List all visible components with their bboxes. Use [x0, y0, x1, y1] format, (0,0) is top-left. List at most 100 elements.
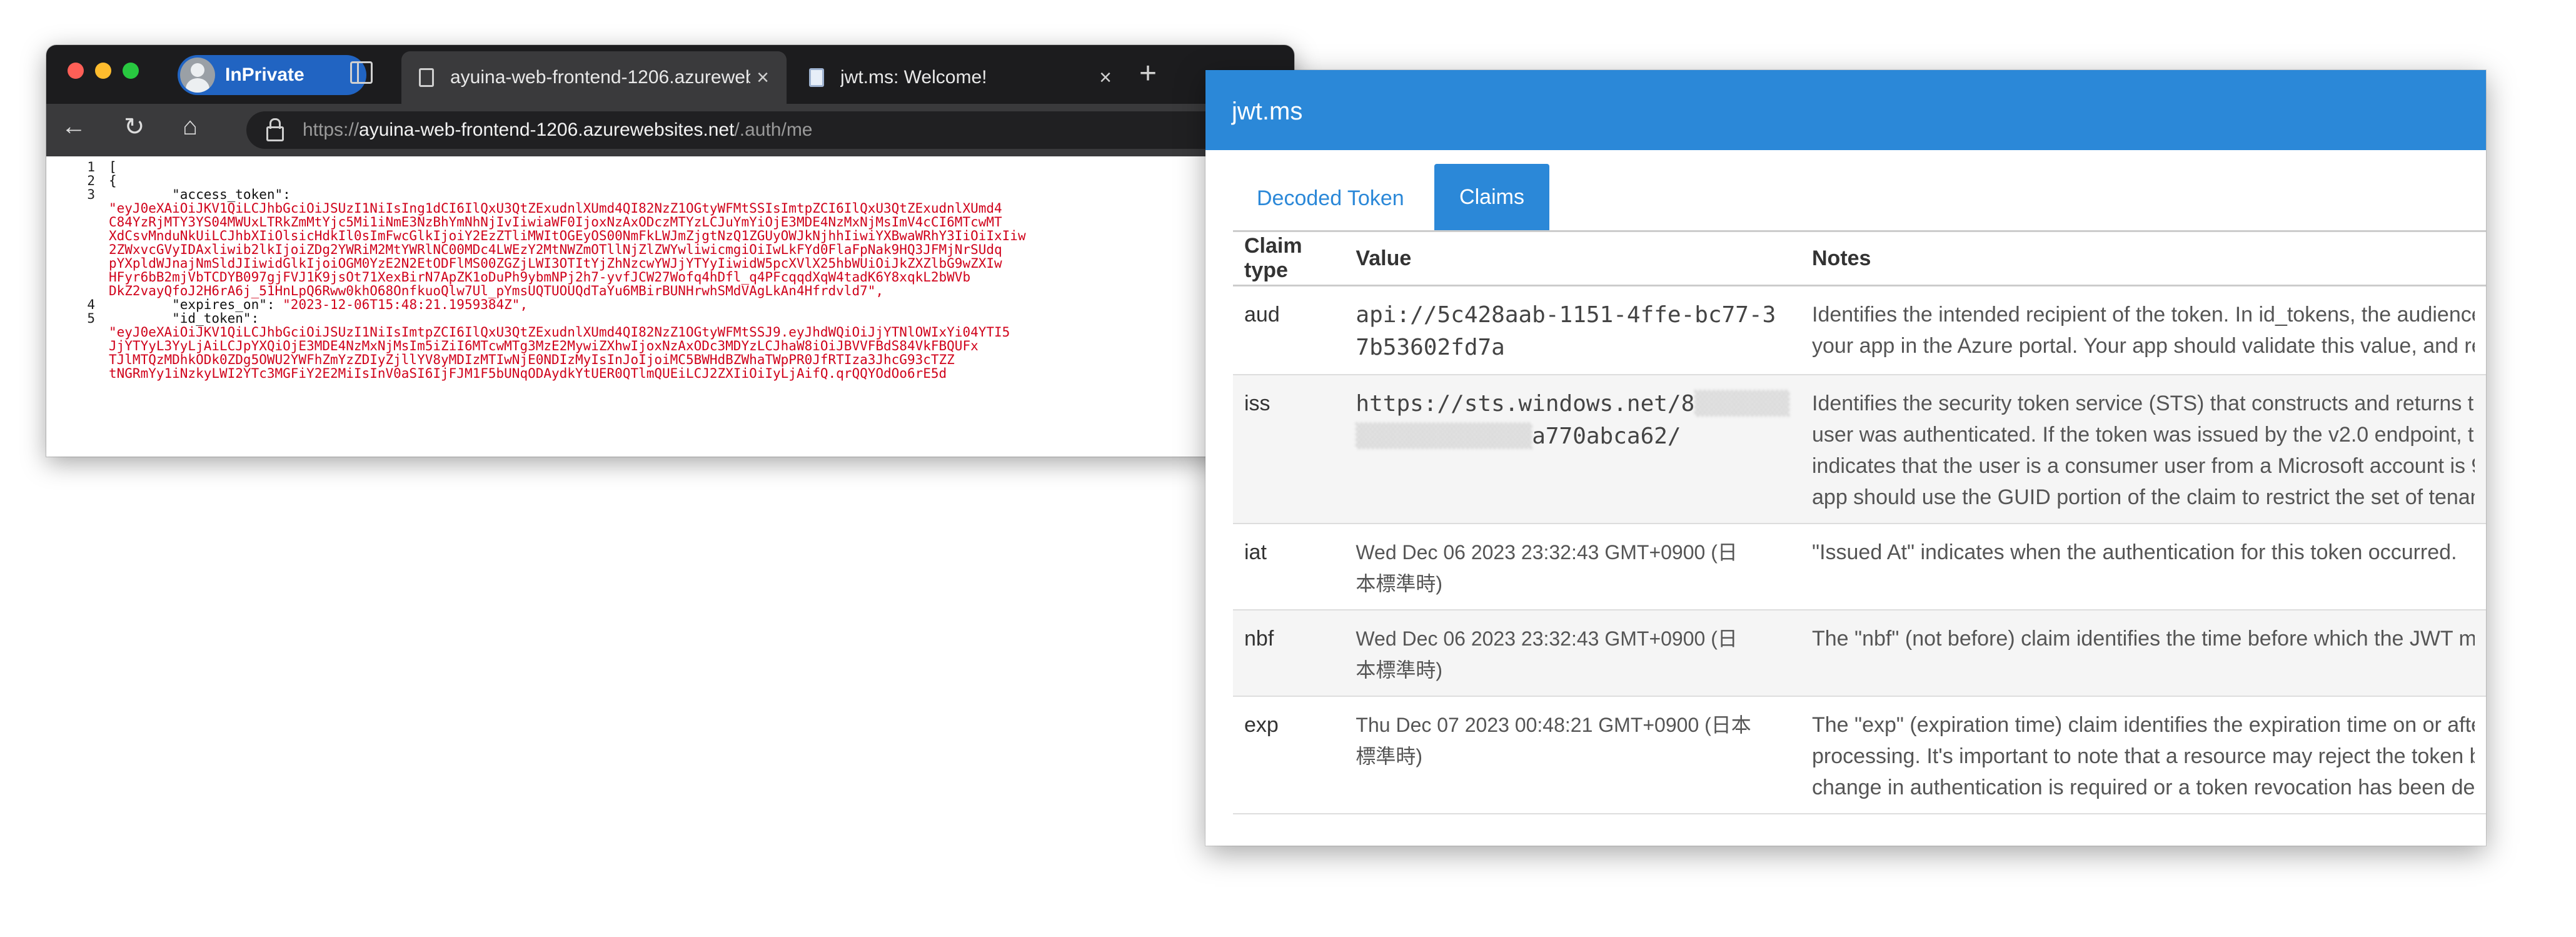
tab-bar: InPrivate ayuina-web-frontend-1206.azure…: [46, 45, 1294, 104]
claim-note-line: user was authenticated. If the token was…: [1812, 423, 2475, 447]
json-text: TJlMTQzMDhkODk0ZDg5OWU2YWFhZmYzZDIyZjllY…: [109, 352, 955, 367]
lock-icon[interactable]: [266, 118, 284, 141]
claim-type: aud: [1233, 285, 1345, 375]
line-number: 2: [87, 173, 95, 188]
table-row: iat Wed Dec 06 2023 23:32:43 GMT+0900 (日本…: [1233, 524, 2486, 610]
back-icon[interactable]: ←: [61, 113, 86, 141]
claim-note-line: your app in the Azure portal. Your app s…: [1812, 334, 2475, 358]
line-number: 3: [87, 187, 95, 202]
claim-value-line: ▒▒▒▒▒▒▒▒▒▒▒▒▒a770abca62/: [1356, 423, 1681, 449]
json-text: XdCsvMnduNkUiLCJhbXIiOlsicHdkIl0sImFwcGl…: [109, 228, 1026, 243]
claim-notes: The "exp" (expiration time) claim identi…: [1801, 696, 2486, 814]
table-header-row: Claim type Value Notes: [1233, 230, 2486, 286]
line-number: 5: [87, 311, 95, 326]
claim-type: iat: [1233, 524, 1345, 610]
table-row: nbf Wed Dec 06 2023 23:32:43 GMT+0900 (日本…: [1233, 610, 2486, 697]
claim-note-line: Identifies the intended recipient of the…: [1812, 303, 2475, 327]
inprivate-label: InPrivate: [225, 64, 304, 85]
claim-value-line: api://5c428aab-1151-4ffe-bc77-3: [1356, 302, 1776, 328]
claim-note-line: Identifies the security token service (S…: [1812, 392, 2475, 415]
table-row: iss https://sts.windows.net/8▒▒▒▒▒▒▒ ▒▒▒▒▒…: [1233, 375, 2486, 524]
json-text: DkZ2vayQfoJ2H6rA6j_51HnLpQ6Rww0khO68Onfk…: [109, 283, 884, 298]
tab-actions-icon[interactable]: [350, 61, 373, 84]
json-text: "access_token":: [109, 187, 299, 202]
json-text: HFyr6bB2mjVbTCDYB097gjFVJ1K9jsOt71XexBir…: [109, 270, 971, 285]
claim-type: iss: [1233, 375, 1345, 524]
claim-value-line: 標準時): [1356, 745, 1423, 767]
claim-type: exp: [1233, 696, 1345, 814]
json-text: "expires_on": "2023-12-06T15:48:21.19593…: [109, 297, 528, 312]
tab-title: ayuina-web-frontend-1206.azurewebsites.n…: [450, 67, 750, 88]
claim-value: https://sts.windows.net/8▒▒▒▒▒▒▒ ▒▒▒▒▒▒▒▒…: [1344, 375, 1801, 524]
header-notes: Notes: [1801, 230, 2486, 286]
close-icon[interactable]: ×: [1093, 66, 1118, 90]
claim-note-line: "Issued At" indicates when the authentic…: [1812, 540, 2457, 564]
redacted-mask: ▒▒▒▒▒▒▒▒▒▒▒▒▒: [1356, 423, 1532, 449]
claim-note-line: The "exp" (expiration time) claim identi…: [1812, 713, 2475, 737]
home-icon[interactable]: ⌂: [183, 113, 198, 141]
claim-note-line: indicates that the user is a consumer us…: [1812, 454, 2475, 478]
window-minimize-button[interactable]: [95, 63, 111, 79]
claim-notes: The "nbf" (not before) claim identifies …: [1801, 610, 2486, 697]
address-bar[interactable]: https://ayuina-web-frontend-1206.azurewe…: [246, 111, 1294, 149]
claims-body: aud api://5c428aab-1151-4ffe-bc77-3 7b5360…: [1233, 285, 2486, 814]
table-row: aud api://5c428aab-1151-4ffe-bc77-3 7b5360…: [1233, 285, 2486, 375]
claim-note-line: change in authentication is required or …: [1812, 776, 2475, 799]
reload-icon[interactable]: ↻: [124, 113, 145, 141]
claim-type: nbf: [1233, 610, 1345, 697]
claim-value-line: 本標準時): [1356, 659, 1443, 681]
line-number: 1: [87, 160, 95, 175]
claim-value-line: Wed Dec 06 2023 23:32:43 GMT+0900 (日: [1356, 627, 1738, 650]
inprivate-profile-button[interactable]: InPrivate: [178, 55, 366, 95]
tab-jwt-ms[interactable]: jwt.ms: Welcome! ×: [792, 51, 1129, 104]
json-text: {: [109, 173, 117, 188]
tab-title: jwt.ms: Welcome!: [840, 67, 987, 88]
close-icon[interactable]: ×: [750, 66, 775, 90]
browser-window: InPrivate ayuina-web-frontend-1206.azure…: [46, 45, 1294, 457]
address-bar-row: ← ↻ ⌂ https://ayuina-web-frontend-1206.a…: [46, 104, 1294, 156]
url-text[interactable]: https://ayuina-web-frontend-1206.azurewe…: [303, 119, 813, 141]
claim-value-line: Thu Dec 07 2023 00:48:21 GMT+0900 (日本: [1356, 714, 1751, 736]
claim-note-line: processing. It's important to note that …: [1812, 744, 2475, 768]
line-number: 4: [87, 297, 95, 312]
json-text: 2ZWxvcGVyIDAxliwib2lkIjoiZDg2YWRiM2MtYWR…: [109, 242, 1002, 257]
claim-note-line: The "nbf" (not before) claim identifies …: [1812, 627, 2475, 651]
json-text: C84YzRjMTY3YS04MWUxLTRkZmMtYjc5Mi1iNmE3N…: [109, 215, 1002, 230]
json-text: "eyJ0eXAiOiJKV1QiLCJhbGciOiJSUzI1NiIsIng…: [109, 201, 1002, 216]
claim-notes: Identifies the intended recipient of the…: [1801, 285, 2486, 375]
claim-value-line: 本標準時): [1356, 572, 1443, 595]
jwt-brand[interactable]: jwt.ms: [1232, 98, 1302, 126]
header-value: Value: [1344, 230, 1801, 286]
claims-table: Claim type Value Notes aud api://5c428aab…: [1233, 230, 2486, 814]
json-text: [: [109, 160, 117, 175]
json-text: "id_token":: [109, 311, 267, 326]
new-tab-button[interactable]: +: [1139, 56, 1157, 91]
json-response-view: 1 [2 {3 "access_token": "eyJ0eXAiOiJKV1Qi…: [46, 156, 1294, 457]
table-row: exp Thu Dec 07 2023 00:48:21 GMT+0900 (日本…: [1233, 696, 2486, 814]
json-text: pYXpldWJnajNmSldJIiwidGlkIjoiOGM0YzE2N2E…: [109, 256, 1002, 271]
claim-value: api://5c428aab-1151-4ffe-bc77-3 7b53602fd…: [1344, 285, 1801, 375]
jwt-ms-window: jwt.ms Decoded Token Claims Claim type V…: [1205, 70, 2486, 846]
tab-claims[interactable]: Claims: [1434, 164, 1549, 230]
claim-notes: Identifies the security token service (S…: [1801, 375, 2486, 524]
window-close-button[interactable]: [68, 63, 84, 79]
claim-value: Wed Dec 06 2023 23:32:43 GMT+0900 (日 本標準時…: [1344, 524, 1801, 610]
page-icon: [809, 68, 824, 87]
claim-value-line: Wed Dec 06 2023 23:32:43 GMT+0900 (日: [1356, 541, 1738, 564]
tab-decoded-token[interactable]: Decoded Token: [1257, 186, 1404, 211]
claim-notes: "Issued At" indicates when the authentic…: [1801, 524, 2486, 610]
window-maximize-button[interactable]: [123, 63, 139, 79]
claim-value: Thu Dec 07 2023 00:48:21 GMT+0900 (日本 標準時…: [1344, 696, 1801, 814]
avatar-icon: [180, 58, 215, 93]
json-text: JjYTYyL3YyLjAiLCJpYXQiOjE3MDE4NzMxNjMsIm…: [109, 338, 979, 353]
json-text: tNGRmYy1iNzkyLWI2YTc3MGFiY2E2MiIsInV0aSI…: [109, 366, 947, 381]
tab-ayuina-frontend[interactable]: ayuina-web-frontend-1206.azurewebsites.n…: [401, 51, 787, 104]
redacted-mask: ▒▒▒▒▒▒▒: [1694, 391, 1789, 417]
claim-value-line: 7b53602fd7a: [1356, 335, 1505, 360]
claim-note-line: app should use the GUID portion of the c…: [1812, 485, 2475, 509]
json-text: "eyJ0eXAiOiJKV1QiLCJhbGciOiJSUzI1NiIsImt…: [109, 325, 1010, 340]
page-icon: [419, 68, 434, 87]
jwt-header: jwt.ms: [1205, 70, 2486, 150]
header-claim-type: Claim type: [1233, 230, 1345, 286]
claim-value: Wed Dec 06 2023 23:32:43 GMT+0900 (日 本標準時…: [1344, 610, 1801, 697]
